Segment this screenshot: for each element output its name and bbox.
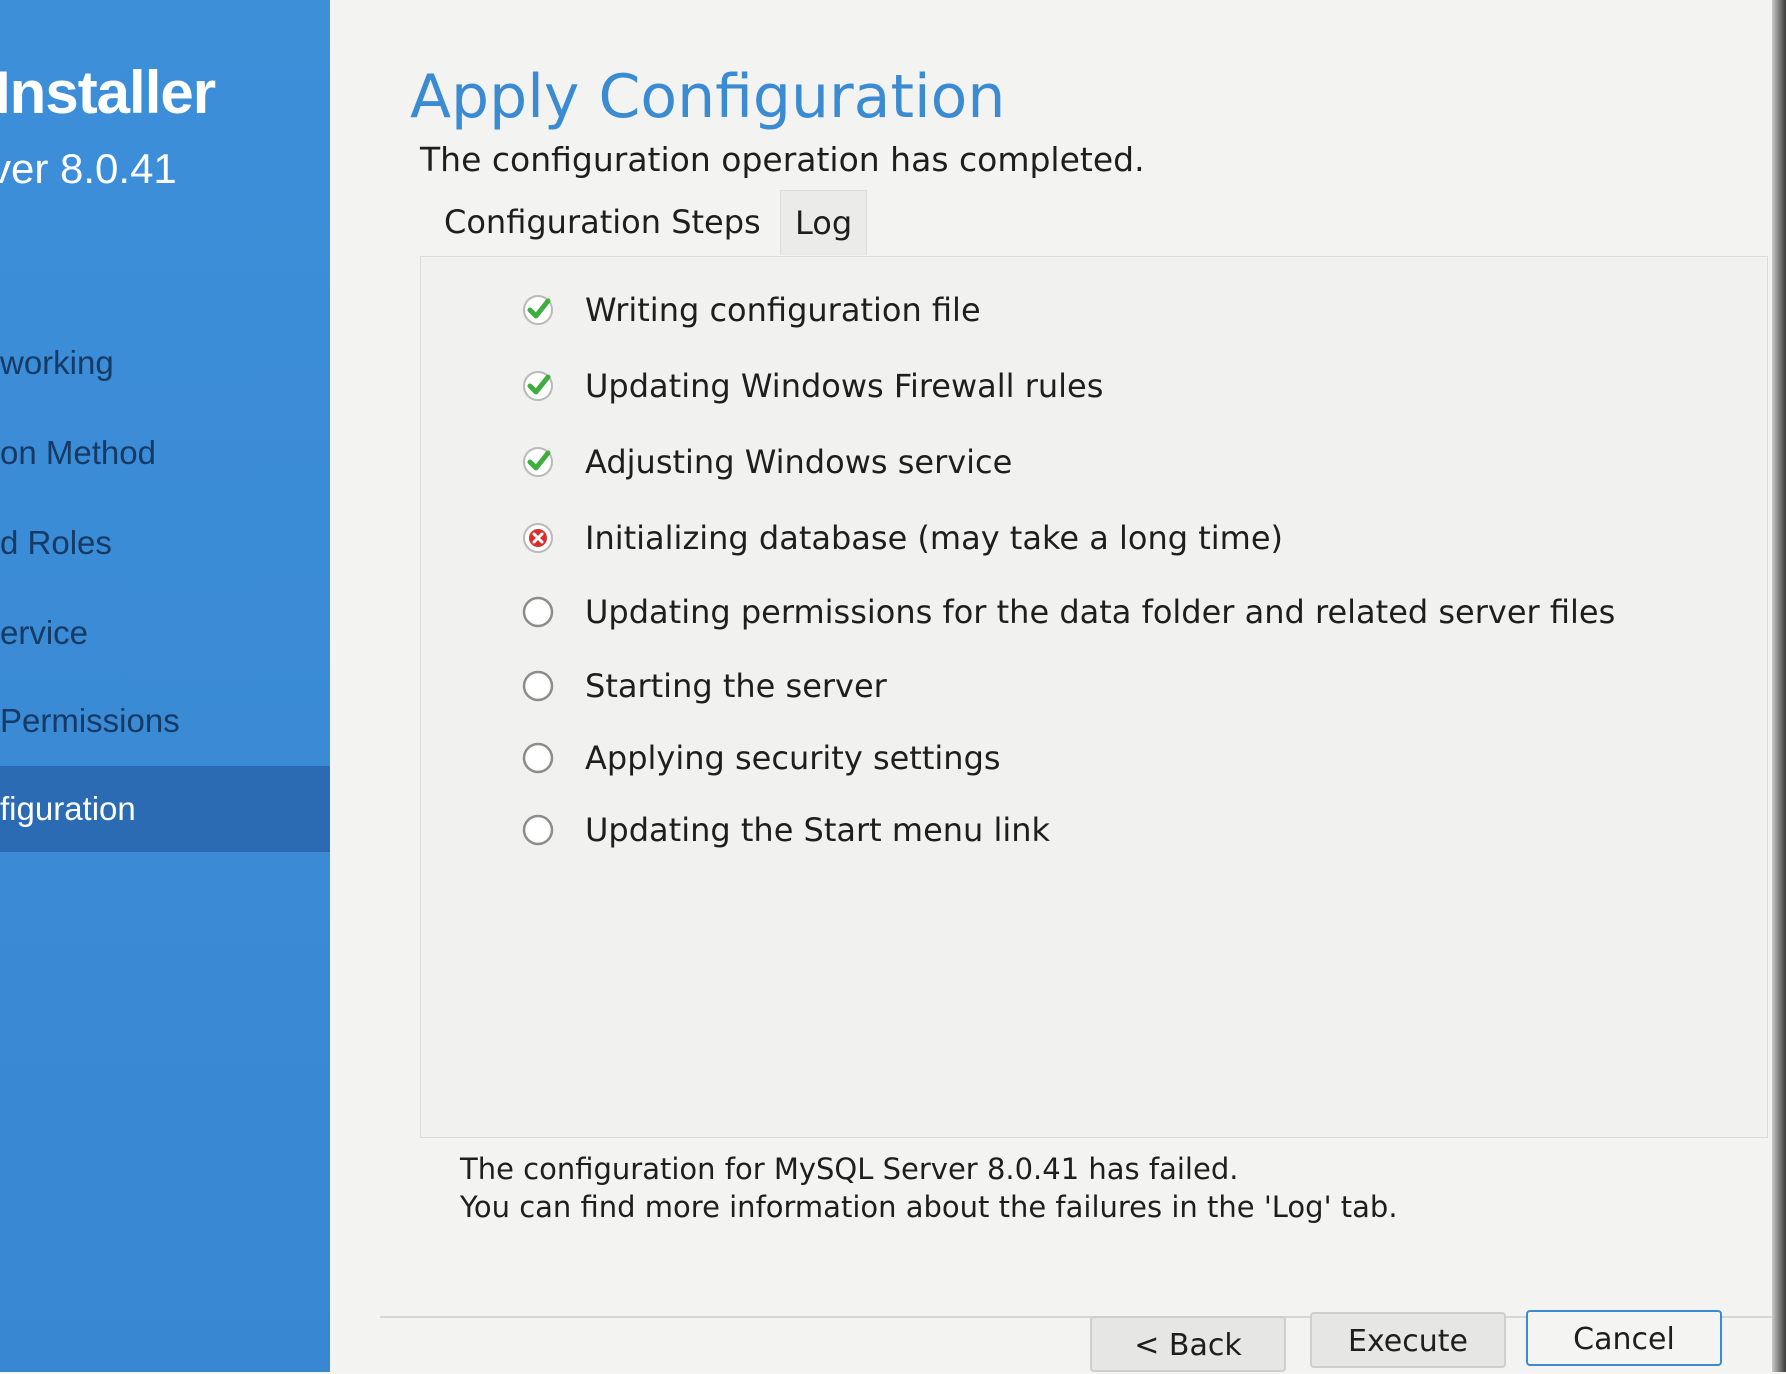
step-label: Updating Windows Firewall rules [585,367,1104,405]
page-title: Apply Configuration [410,62,1006,132]
cancel-button[interactable]: Cancel [1526,1310,1722,1366]
sidebar: Installer ver 8.0.41 working on Method d… [0,0,330,1372]
step-label: Starting the server [585,667,887,705]
monitor-bezel [1772,0,1786,1372]
check-circle-icon [523,371,553,401]
step-item: Updating permissions for the data folder… [521,587,1615,637]
sidebar-item-networking[interactable]: working [0,320,330,406]
step-label: Adjusting Windows service [585,443,1013,481]
empty-circle-icon [522,670,554,702]
step-item: Updating Windows Firewall rules [521,361,1103,411]
tab-log[interactable]: Log [780,190,868,255]
step-item: Writing configuration file [521,285,981,335]
execute-button[interactable]: Execute [1310,1312,1506,1368]
failure-message: The configuration for MySQL Server 8.0.4… [460,1150,1398,1226]
configuration-steps-panel: Writing configuration file Updating Wind… [420,256,1768,1138]
installer-title: Installer [0,59,216,126]
step-label: Writing configuration file [585,291,981,329]
failure-message-line-2: You can find more information about the … [460,1190,1398,1224]
step-label: Updating the Start menu link [585,811,1051,849]
sidebar-item-accounts-and-roles[interactable]: d Roles [0,500,330,586]
tab-configuration-steps[interactable]: Configuration Steps [430,190,775,254]
step-label: Updating permissions for the data folder… [585,593,1616,631]
step-label: Applying security settings [585,739,1001,777]
step-label: Initializing database (may take a long t… [585,519,1283,557]
check-circle-icon [523,295,553,325]
sidebar-item-authentication-method[interactable]: on Method [0,410,330,496]
back-button[interactable]: < Back [1090,1316,1286,1372]
sidebar-item-server-file-permissions[interactable]: Permissions [0,678,330,764]
installer-version: ver 8.0.41 [0,145,177,192]
step-item: Applying security settings [521,733,1001,783]
check-circle-icon [523,447,553,477]
step-item: Initializing database (may take a long t… [521,513,1283,563]
empty-circle-icon [522,596,554,628]
page-subtitle: The configuration operation has complete… [420,140,1145,179]
step-item: Starting the server [521,661,887,711]
step-item: Updating the Start menu link [521,805,1050,855]
empty-circle-icon [522,814,554,846]
step-item: Adjusting Windows service [521,437,1012,487]
sidebar-item-apply-configuration[interactable]: figuration [0,766,330,852]
sidebar-item-windows-service[interactable]: ervice [0,590,330,676]
error-circle-icon [523,523,553,553]
main-panel: Apply Configuration The configuration op… [330,0,1786,1372]
empty-circle-icon [522,742,554,774]
failure-message-line-1: The configuration for MySQL Server 8.0.4… [460,1152,1239,1186]
